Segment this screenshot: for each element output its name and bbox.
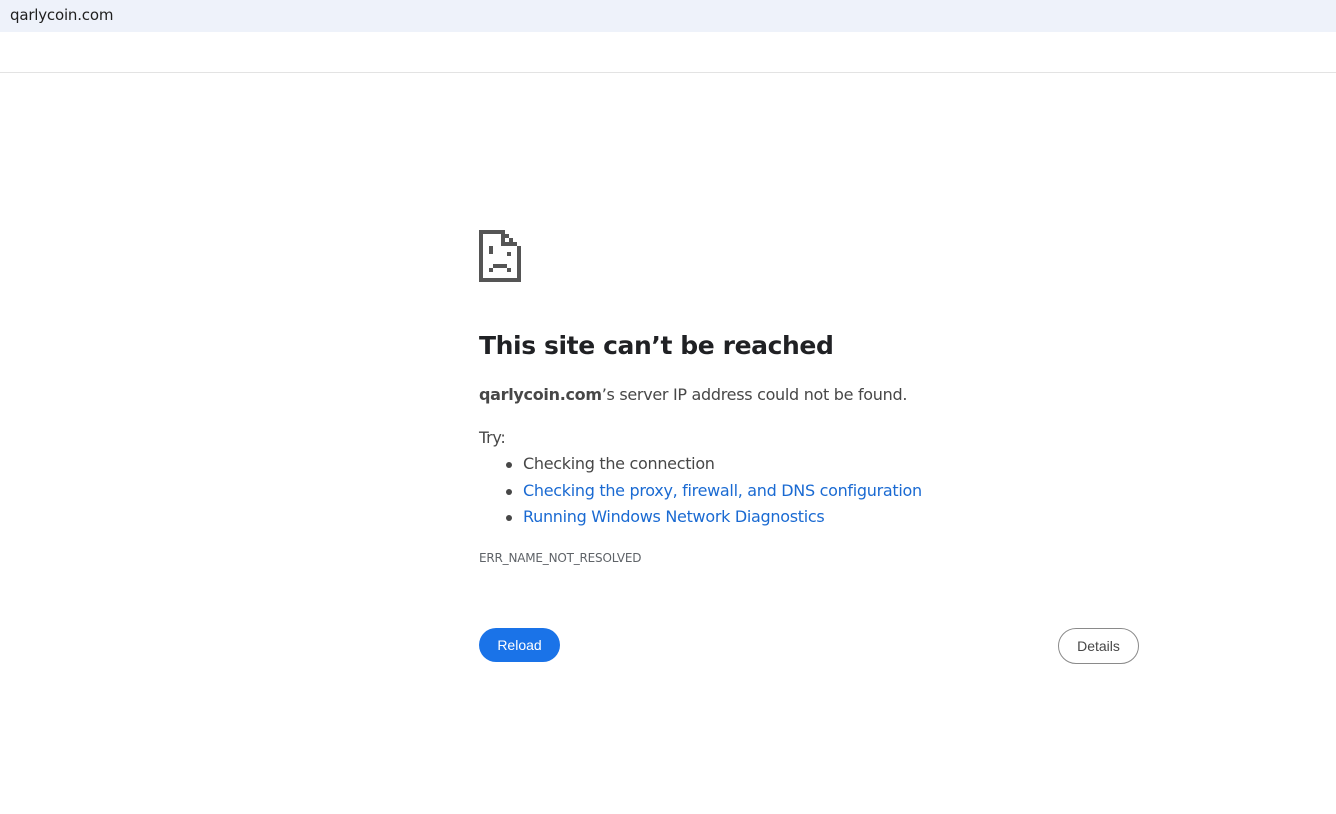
suggestion-check-proxy-link[interactable]: Checking the proxy, firewall, and DNS co… — [523, 481, 922, 500]
error-domain: qarlycoin.com — [479, 385, 602, 404]
error-summary-text: ’s server IP address could not be found. — [601, 385, 908, 404]
suggestion-network-diagnostics-link[interactable]: Running Windows Network Diagnostics — [523, 507, 825, 526]
toolbar-divider — [0, 72, 1336, 73]
reload-button[interactable]: Reload — [479, 628, 560, 662]
bullet-icon — [506, 488, 512, 495]
error-code: ERR_NAME_NOT_RESOLVED — [479, 551, 642, 565]
error-title: This site can’t be reached — [479, 331, 834, 360]
address-bar[interactable]: qarlycoin.com — [0, 0, 1336, 32]
error-summary: qarlycoin.com’s server IP address could … — [479, 385, 907, 404]
address-bar-url[interactable]: qarlycoin.com — [10, 6, 113, 24]
bullet-icon — [506, 515, 512, 521]
list-item: Checking the proxy, firewall, and DNS co… — [479, 479, 922, 506]
suggestions-list: Checking the connection Checking the pro… — [479, 452, 922, 532]
details-button[interactable]: Details — [1058, 628, 1139, 664]
bullet-icon — [506, 462, 512, 468]
list-item: Checking the connection — [479, 452, 922, 479]
list-item: Running Windows Network Diagnostics — [479, 505, 922, 532]
sad-page-icon — [479, 230, 521, 282]
try-label: Try: — [479, 428, 506, 447]
suggestion-check-connection: Checking the connection — [523, 454, 715, 473]
